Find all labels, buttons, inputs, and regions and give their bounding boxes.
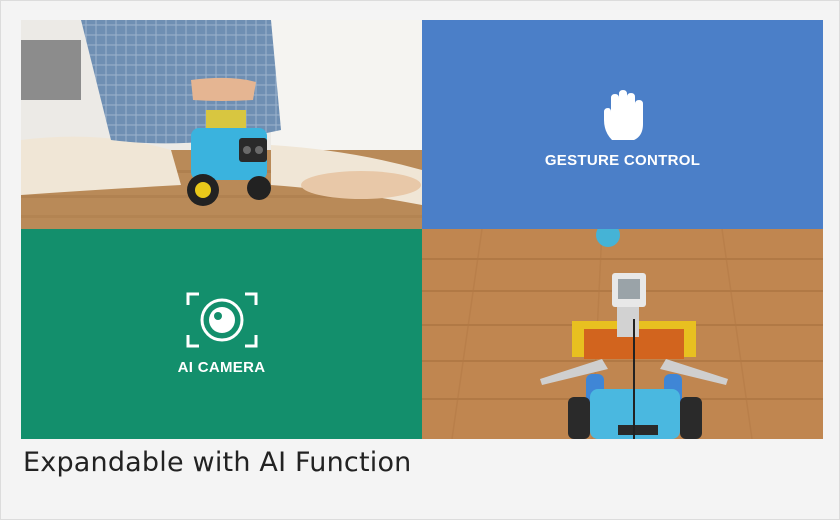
robot-camera-photo-art (422, 229, 823, 439)
camera-lens-icon (186, 292, 257, 348)
ai-camera-tile: AI CAMERA (21, 229, 422, 439)
child-gesture-photo (21, 20, 422, 229)
robot-camera-photo (422, 229, 823, 439)
ai-camera-label: AI CAMERA (177, 359, 266, 376)
child-gesture-photo-art (21, 20, 422, 229)
product-card: GESTURE CONTROL AI CAMERA Expandable wit… (0, 0, 840, 520)
feature-grid: GESTURE CONTROL AI CAMERA (21, 20, 823, 439)
gesture-control-feature: GESTURE CONTROL (422, 90, 823, 169)
ai-camera-feature: AI CAMERA (21, 291, 422, 376)
gesture-control-label: GESTURE CONTROL (544, 152, 701, 169)
gesture-control-tile: GESTURE CONTROL (422, 20, 823, 229)
hand-icon (603, 90, 643, 140)
feature-caption: Expandable with AI Function (23, 447, 412, 478)
